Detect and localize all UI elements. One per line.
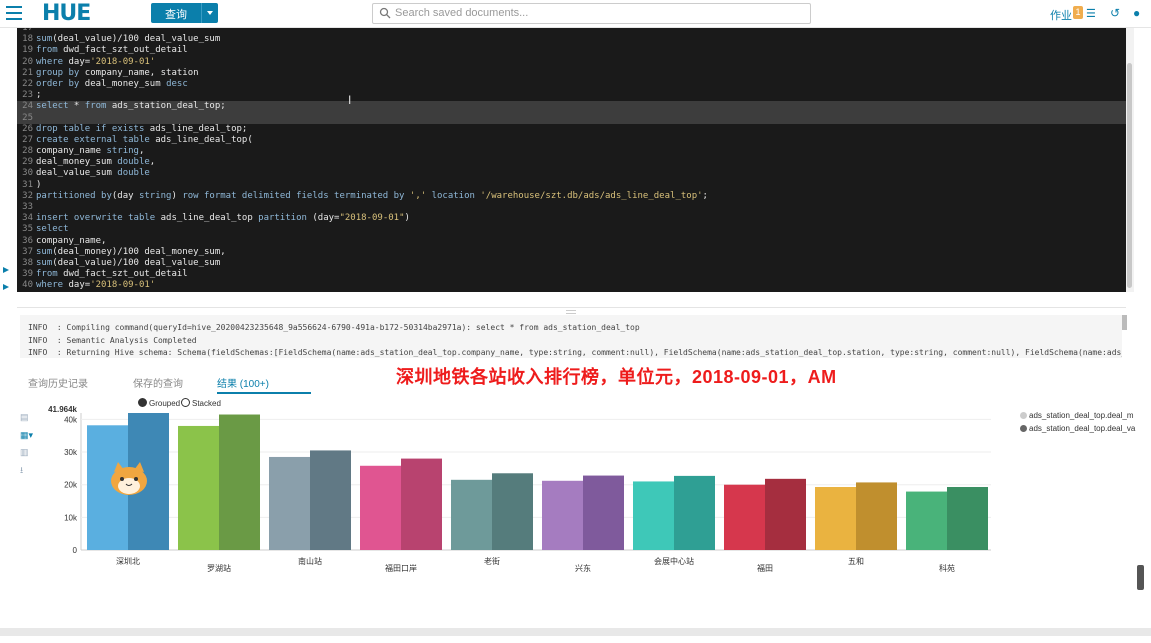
bar-chart: 0 10k 20k 30k 40k41.964k	[48, 405, 991, 555]
x-category-label: 深圳北	[116, 557, 140, 566]
bar[interactable]	[724, 484, 765, 550]
bar[interactable]	[856, 482, 897, 550]
x-category-label: 兴东	[575, 564, 591, 573]
y-tick-label: 0	[73, 546, 78, 555]
bar[interactable]	[269, 456, 310, 550]
x-category-label: 南山站	[298, 557, 322, 566]
bar[interactable]	[906, 491, 947, 550]
bar[interactable]	[633, 481, 674, 550]
x-category-label: 会展中心站	[654, 557, 694, 566]
x-category-label: 老街	[484, 557, 500, 566]
bar[interactable]	[815, 486, 856, 550]
y-tick-label: 40k	[64, 415, 78, 424]
cat-sticker-icon	[111, 462, 147, 495]
y-max-label: 41.964k	[48, 405, 77, 414]
x-category-label: 罗湖站	[207, 564, 231, 573]
bottom-status-bar	[0, 628, 1151, 636]
page-scrollbar-thumb[interactable]	[1137, 565, 1144, 590]
bar[interactable]	[178, 425, 219, 550]
bar[interactable]	[947, 486, 988, 550]
bar[interactable]	[310, 450, 351, 550]
bar[interactable]	[451, 479, 492, 550]
x-category-label: 福田口岸	[385, 564, 417, 573]
y-tick-label: 10k	[64, 513, 78, 522]
bar[interactable]	[542, 480, 583, 550]
x-category-label: 科苑	[939, 564, 955, 573]
bar[interactable]	[583, 475, 624, 550]
bar[interactable]	[401, 458, 442, 550]
x-category-label: 五和	[848, 557, 864, 566]
bar[interactable]	[360, 465, 401, 550]
y-tick-label: 20k	[64, 481, 78, 490]
x-category-label: 福田	[757, 564, 773, 573]
y-tick-label: 30k	[64, 448, 78, 457]
bar[interactable]	[765, 478, 806, 550]
bar[interactable]	[492, 473, 533, 550]
bar[interactable]	[219, 414, 260, 550]
bar[interactable]	[674, 475, 715, 550]
